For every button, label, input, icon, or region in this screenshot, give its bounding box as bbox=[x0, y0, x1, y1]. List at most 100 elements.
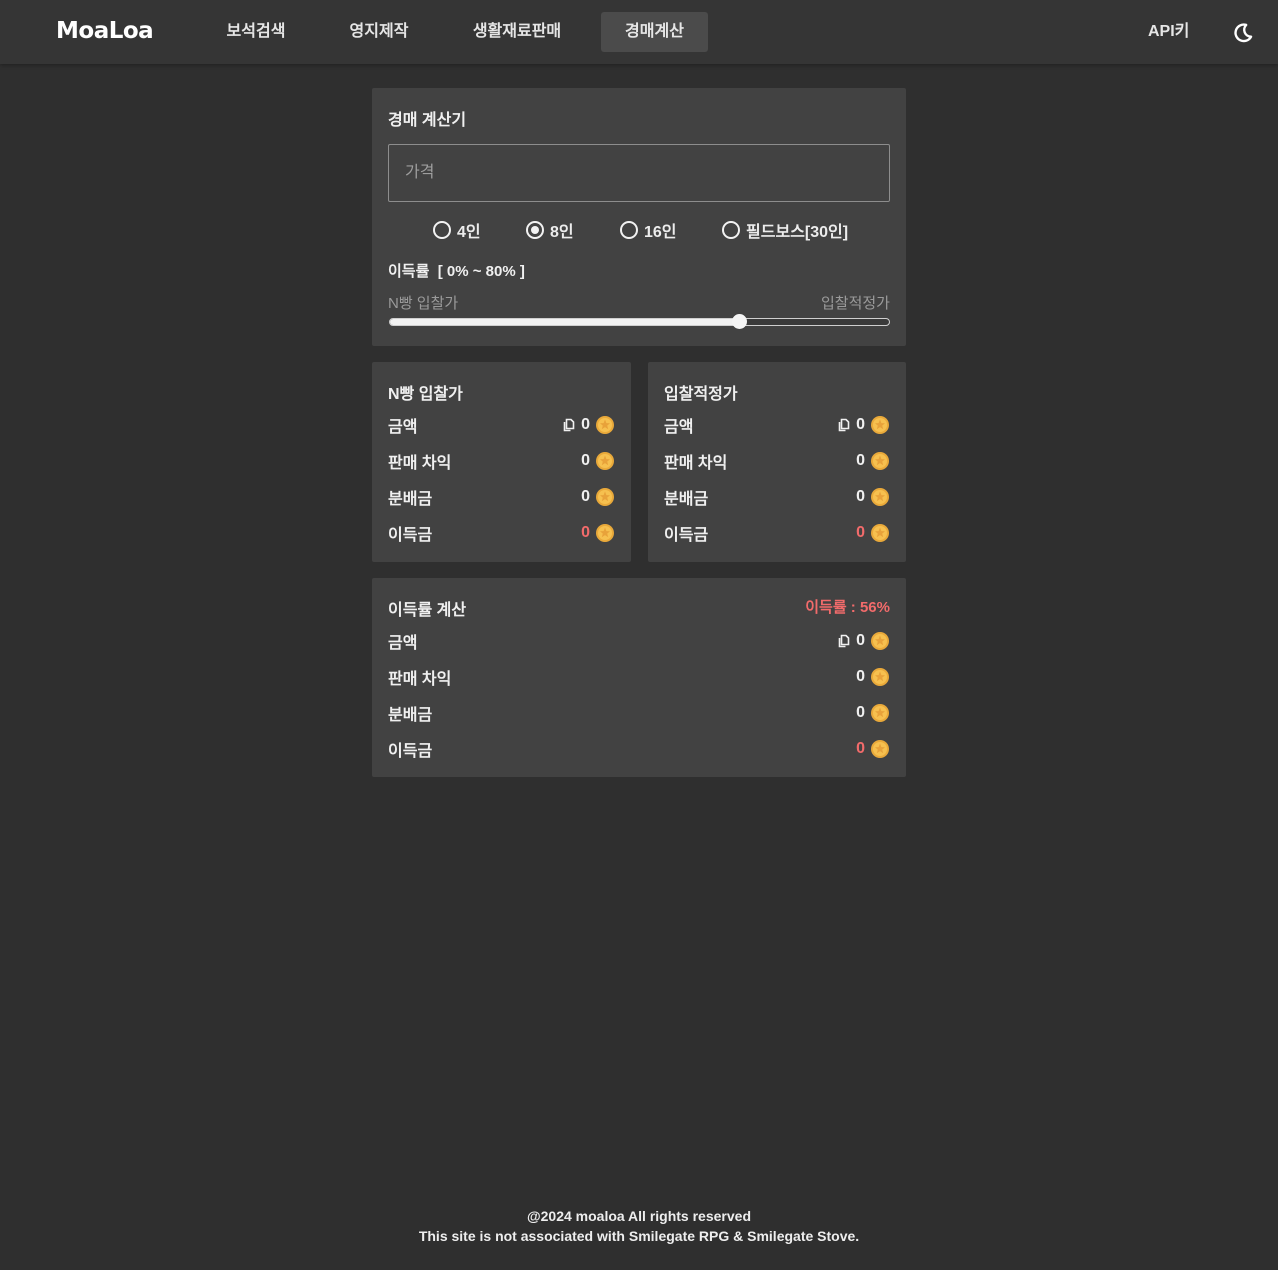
n-split-title: N빵 입찰가 bbox=[388, 386, 463, 403]
amount-text: 0 bbox=[581, 524, 590, 541]
row-value: 0 bbox=[856, 703, 890, 723]
gold-coin-icon bbox=[871, 632, 889, 650]
nav-life-material-sale[interactable]: 생활재료판매 bbox=[456, 12, 578, 52]
value-row: 금액 0 bbox=[388, 414, 615, 436]
value-row: 판매 차익 0 bbox=[388, 666, 890, 688]
moon-icon[interactable] bbox=[1232, 22, 1254, 44]
row-label: 판매 차익 bbox=[388, 671, 452, 688]
slider-fill bbox=[390, 319, 740, 325]
site-logo[interactable]: MoaLoa bbox=[56, 18, 154, 44]
slider-left-label: N빵 입찰가 bbox=[388, 295, 459, 312]
gold-coin-icon bbox=[871, 452, 889, 470]
row-label: 금액 bbox=[388, 635, 418, 652]
value-row: 금액 0 bbox=[388, 630, 890, 652]
gold-coin-icon bbox=[871, 416, 889, 434]
party-fieldboss-radio[interactable]: 필드보스[30인] bbox=[722, 218, 848, 242]
copy-icon[interactable] bbox=[563, 418, 575, 432]
party-16-radio[interactable]: 16인 bbox=[620, 218, 677, 242]
row-value: 0 bbox=[856, 523, 890, 543]
row-value: 0 bbox=[581, 487, 615, 507]
row-label: 판매 차익 bbox=[388, 455, 452, 472]
radio-label: 8인 bbox=[550, 224, 574, 241]
footer: @2024 moaloa All rights reserved This si… bbox=[0, 1206, 1278, 1246]
value-row: 판매 차익 0 bbox=[388, 450, 615, 472]
amount-text: 0 bbox=[856, 488, 865, 505]
row-label: 이득금 bbox=[388, 527, 433, 544]
top-navbar: MoaLoa 보석검색 영지제작 생활재료판매 경매계산 API키 bbox=[0, 0, 1278, 64]
profit-rate-slider[interactable] bbox=[389, 314, 890, 329]
amount-text: 0 bbox=[856, 452, 865, 469]
value-row: 분배금 0 bbox=[664, 486, 890, 508]
row-label: 이득금 bbox=[664, 527, 709, 544]
radio-label: 필드보스[30인] bbox=[746, 224, 849, 241]
gold-coin-icon bbox=[871, 488, 889, 506]
row-value: 0 bbox=[838, 631, 890, 651]
profit-rate-range-label: 이득률 [ 0% ~ 80% ] bbox=[388, 263, 525, 280]
row-value: 0 bbox=[563, 415, 615, 435]
fair-bid-title: 입찰적정가 bbox=[664, 386, 738, 403]
amount-text: 0 bbox=[856, 668, 865, 685]
gold-coin-icon bbox=[596, 416, 614, 434]
nav-estate-craft[interactable]: 영지제작 bbox=[333, 12, 425, 52]
radio-label: 16인 bbox=[644, 224, 677, 241]
row-value: 0 bbox=[856, 487, 890, 507]
profit-calc-title: 이득률 계산 bbox=[388, 602, 467, 619]
row-value: 0 bbox=[581, 451, 615, 471]
value-row: 분배금 0 bbox=[388, 702, 890, 724]
disclaimer-text: This site is not associated with Smilega… bbox=[418, 1228, 860, 1244]
row-value: 0 bbox=[856, 451, 890, 471]
row-label: 분배금 bbox=[388, 707, 433, 724]
gold-coin-icon bbox=[871, 524, 889, 542]
radio-circle bbox=[433, 221, 451, 239]
api-key-link[interactable]: API키 bbox=[1148, 12, 1189, 52]
gold-coin-icon bbox=[871, 740, 889, 758]
profit-calc-panel: 이득률 계산 이득률 : 56% 금액 0 판매 차익 0 분배금 0 이득금 0 bbox=[372, 578, 906, 777]
price-input[interactable] bbox=[388, 144, 890, 202]
row-value: 0 bbox=[856, 667, 890, 687]
value-row: 금액 0 bbox=[664, 414, 890, 436]
calculator-title: 경매 계산기 bbox=[388, 112, 467, 129]
amount-text: 0 bbox=[581, 416, 590, 433]
row-value: 0 bbox=[838, 415, 890, 435]
row-label: 금액 bbox=[664, 419, 694, 436]
amount-text: 0 bbox=[856, 416, 865, 433]
amount-text: 0 bbox=[856, 632, 865, 649]
row-label: 이득금 bbox=[388, 743, 433, 760]
row-label: 분배금 bbox=[388, 491, 433, 508]
value-row: 이득금 0 bbox=[388, 522, 615, 544]
n-split-panel: N빵 입찰가 금액 0 판매 차익 0 분배금 0 이득금 0 bbox=[372, 362, 631, 562]
gold-coin-icon bbox=[596, 488, 614, 506]
value-row: 이득금 0 bbox=[388, 738, 890, 760]
gold-coin-icon bbox=[596, 452, 614, 470]
profit-rate-result: 이득률 : 56% bbox=[805, 599, 890, 616]
copyright-text: @2024 moaloa All rights reserved bbox=[526, 1208, 751, 1224]
fair-bid-panel: 입찰적정가 금액 0 판매 차익 0 분배금 0 이득금 0 bbox=[648, 362, 906, 562]
value-row: 판매 차익 0 bbox=[664, 450, 890, 472]
copy-icon[interactable] bbox=[838, 634, 850, 648]
row-label: 분배금 bbox=[664, 491, 709, 508]
copy-icon[interactable] bbox=[838, 418, 850, 432]
slider-thumb[interactable] bbox=[732, 314, 748, 329]
radio-circle bbox=[620, 221, 638, 239]
party-8-radio[interactable]: 8인 bbox=[526, 218, 574, 242]
slider-right-label: 입찰적정가 bbox=[820, 295, 890, 312]
gold-coin-icon bbox=[871, 704, 889, 722]
nav-auction-calc[interactable]: 경매계산 bbox=[601, 12, 708, 52]
radio-circle-checked bbox=[526, 221, 544, 239]
radio-label: 4인 bbox=[457, 224, 481, 241]
auction-calculator-panel: 경매 계산기 4인 8인 16인 필드보스[30인] 이득률 [ 0% ~ 80… bbox=[372, 88, 906, 346]
row-value: 0 bbox=[581, 523, 615, 543]
value-row: 이득금 0 bbox=[664, 522, 890, 544]
amount-text: 0 bbox=[856, 524, 865, 541]
amount-text: 0 bbox=[856, 740, 865, 757]
amount-text: 0 bbox=[581, 452, 590, 469]
gold-coin-icon bbox=[596, 524, 614, 542]
amount-text: 0 bbox=[856, 704, 865, 721]
amount-text: 0 bbox=[581, 488, 590, 505]
nav-gem-search[interactable]: 보석검색 bbox=[210, 12, 302, 52]
row-value: 0 bbox=[856, 739, 890, 759]
row-label: 판매 차익 bbox=[664, 455, 728, 472]
radio-circle bbox=[722, 221, 740, 239]
value-row: 분배금 0 bbox=[388, 486, 615, 508]
party-4-radio[interactable]: 4인 bbox=[433, 218, 481, 242]
